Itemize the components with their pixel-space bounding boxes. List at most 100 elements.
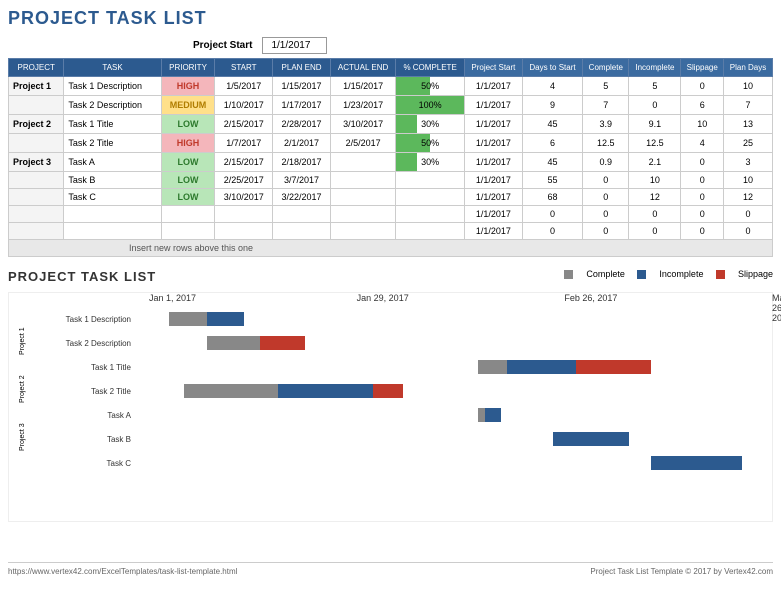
cell-task: Task A: [64, 153, 161, 172]
cell-dts: 45: [522, 115, 582, 134]
cell-priority: LOW: [161, 153, 215, 172]
footer: https://www.vertex42.com/ExcelTemplates/…: [8, 562, 773, 576]
cell-priority: LOW: [161, 115, 215, 134]
cell-incomplete: 12.5: [629, 134, 681, 153]
h-priority: PRIORITY: [161, 59, 215, 77]
gantt-chart: Jan 1, 2017Jan 29, 2017Feb 26, 2017Mar 2…: [8, 292, 773, 522]
cell-plan-days: 10: [724, 77, 773, 96]
gantt-bar-track: [139, 432, 772, 446]
gantt-task-label: Task 2 Description: [19, 339, 139, 348]
gantt-row: Task C: [19, 451, 772, 475]
cell-complete: 5: [583, 77, 629, 96]
h-plan-end: PLAN END: [273, 59, 331, 77]
gantt-section: PROJECT TASK LIST Complete Incomplete Sl…: [8, 269, 773, 522]
cell-actual-end: [330, 172, 395, 189]
cell-pct: 100%: [396, 96, 465, 115]
cell-start: 2/15/2017: [215, 115, 273, 134]
cell-actual-end: 1/15/2017: [330, 77, 395, 96]
cell-plan-days: 13: [724, 115, 773, 134]
gantt-bar-i: [207, 312, 245, 326]
cell-task: [64, 223, 161, 240]
cell-slippage: 6: [681, 96, 724, 115]
cell-priority: LOW: [161, 189, 215, 206]
gantt-bar-c: [478, 360, 507, 374]
gantt-task-label: Task 1 Title: [19, 363, 139, 372]
cell-plan-days: 12: [724, 189, 773, 206]
cell-project: [9, 172, 64, 189]
h-pct: % COMPLETE: [396, 59, 465, 77]
cell-start: 2/25/2017: [215, 172, 273, 189]
cell-incomplete: 0: [629, 96, 681, 115]
cell-plan-end: 2/1/2017: [273, 134, 331, 153]
cell-task: Task 1 Title: [64, 115, 161, 134]
table-row: Project 2Task 1 TitleLOW2/15/20172/28/20…: [9, 115, 773, 134]
gantt-date-label: Feb 26, 2017: [564, 293, 617, 303]
h-project-start: Project Start: [465, 59, 523, 77]
cell-pct: [396, 189, 465, 206]
h-days-to-start: Days to Start: [522, 59, 582, 77]
gantt-bar-i: [507, 360, 576, 374]
cell-slippage: 0: [681, 189, 724, 206]
gantt-bar-c: [184, 384, 278, 398]
gantt-bar-track: [139, 360, 772, 374]
gantt-date-label: Jan 29, 2017: [357, 293, 409, 303]
cell-task: Task C: [64, 189, 161, 206]
cell-ps: 1/1/2017: [465, 206, 523, 223]
table-row: Project 1Task 1 DescriptionHIGH1/5/20171…: [9, 77, 773, 96]
cell-task: Task B: [64, 172, 161, 189]
h-incomplete: Incomplete: [629, 59, 681, 77]
h-plan-days: Plan Days: [724, 59, 773, 77]
cell-incomplete: 12: [629, 189, 681, 206]
insert-row: Insert new rows above this one: [9, 240, 773, 257]
cell-dts: 9: [522, 96, 582, 115]
cell-plan-days: 3: [724, 153, 773, 172]
table-row: Task BLOW2/25/20173/7/20171/1/2017550100…: [9, 172, 773, 189]
cell-start: 1/10/2017: [215, 96, 273, 115]
gantt-bar-i: [278, 384, 372, 398]
cell-actual-end: 2/5/2017: [330, 134, 395, 153]
cell-ps: 1/1/2017: [465, 134, 523, 153]
cell-plan-end: [273, 206, 331, 223]
cell-priority: LOW: [161, 172, 215, 189]
cell-task: [64, 206, 161, 223]
cell-project: Project 3: [9, 153, 64, 172]
project-start-label: Project Start: [193, 40, 252, 51]
cell-project: Project 2: [9, 115, 64, 134]
legend-complete: Complete: [586, 269, 625, 279]
legend-complete-icon: [564, 270, 573, 279]
cell-task: Task 2 Description: [64, 96, 161, 115]
project-start-value[interactable]: 1/1/2017: [262, 37, 327, 54]
cell-pct: 30%: [396, 153, 465, 172]
cell-slippage: 4: [681, 134, 724, 153]
cell-plan-days: 7: [724, 96, 773, 115]
cell-plan-days: 25: [724, 134, 773, 153]
cell-dts: 55: [522, 172, 582, 189]
cell-pct: [396, 223, 465, 240]
cell-complete: 0: [583, 189, 629, 206]
cell-start: 1/5/2017: [215, 77, 273, 96]
table-row: 1/1/201700000: [9, 206, 773, 223]
cell-priority: HIGH: [161, 77, 215, 96]
cell-pct: 50%: [396, 134, 465, 153]
gantt-date-axis: Jan 1, 2017Jan 29, 2017Feb 26, 2017Mar 2…: [149, 293, 772, 307]
cell-plan-end: 2/28/2017: [273, 115, 331, 134]
table-row: Project 3Task ALOW2/15/20172/18/201730%1…: [9, 153, 773, 172]
cell-start: [215, 206, 273, 223]
gantt-body: Project 1Task 1 DescriptionTask 2 Descri…: [19, 307, 772, 475]
cell-slippage: 0: [681, 223, 724, 240]
cell-actual-end: [330, 189, 395, 206]
gantt-bar-i: [485, 408, 501, 422]
gantt-date-label: Jan 1, 2017: [149, 293, 196, 303]
cell-priority: [161, 223, 215, 240]
gantt-task-label: Task 2 Title: [19, 387, 139, 396]
cell-actual-end: [330, 153, 395, 172]
cell-slippage: 10: [681, 115, 724, 134]
cell-slippage: 0: [681, 77, 724, 96]
cell-project: [9, 206, 64, 223]
chart-title: PROJECT TASK LIST: [8, 269, 156, 284]
cell-start: 2/15/2017: [215, 153, 273, 172]
cell-dts: 4: [522, 77, 582, 96]
h-start: START: [215, 59, 273, 77]
gantt-bar-s: [373, 384, 403, 398]
cell-complete: 0: [583, 172, 629, 189]
